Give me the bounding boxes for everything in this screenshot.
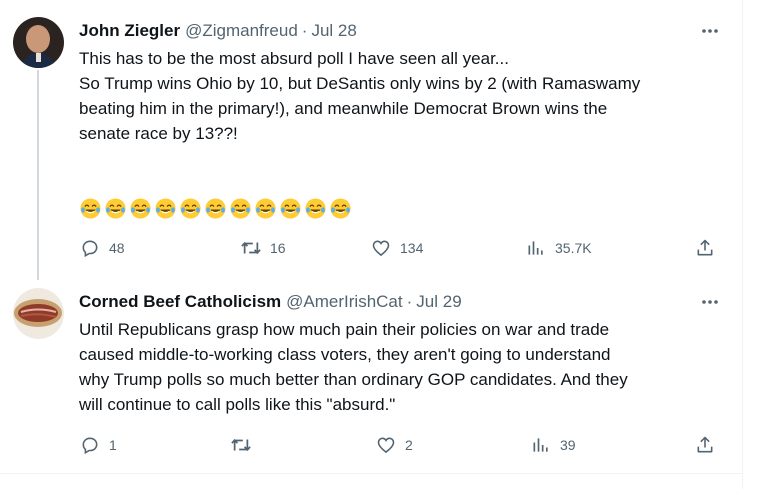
views-button[interactable]: 35.7K	[525, 236, 592, 260]
retweet-count: 16	[270, 240, 286, 256]
text-line: senate race by 13??!	[79, 124, 238, 143]
share-button[interactable]	[694, 236, 716, 260]
tweet-john-ziegler[interactable]: John Ziegler @Zigmanfreud · Jul 28 This …	[0, 0, 742, 275]
tears-of-joy-emoji-icon	[230, 198, 251, 219]
tweet-header: John Ziegler @Zigmanfreud · Jul 28	[79, 21, 357, 41]
separator: ·	[301, 21, 308, 40]
tears-of-joy-emoji-icon	[105, 198, 126, 219]
tweet-text: Until Republicans grasp how much pain th…	[79, 317, 719, 417]
tweet-divider	[0, 473, 742, 474]
like-button[interactable]: 2	[375, 433, 413, 457]
avatar[interactable]	[13, 17, 64, 68]
user-handle[interactable]: @AmerIrishCat	[286, 292, 402, 312]
like-icon	[375, 434, 397, 456]
tweet-actions: 48 16 134 35.7K	[0, 236, 742, 260]
timestamp[interactable]: Jul 28	[311, 21, 356, 41]
reply-count: 1	[109, 437, 117, 453]
timestamp[interactable]: Jul 29	[416, 292, 461, 312]
text-line: So Trump wins Ohio by 10, but DeSantis o…	[79, 74, 641, 93]
text-line: Until Republicans grasp how much pain th…	[79, 320, 610, 339]
share-icon	[694, 434, 716, 456]
views-icon	[530, 434, 552, 456]
user-handle[interactable]: @Zigmanfreud	[185, 21, 298, 41]
avatar[interactable]	[13, 288, 64, 339]
share-button[interactable]	[694, 433, 716, 457]
retweet-button[interactable]	[230, 433, 260, 457]
share-icon	[694, 237, 716, 259]
like-count: 134	[400, 240, 424, 256]
reply-button[interactable]: 48	[79, 236, 125, 260]
views-button[interactable]: 39	[530, 433, 576, 457]
emoji-row	[79, 197, 352, 221]
tweet-header: Corned Beef Catholicism @AmerIrishCat · …	[79, 292, 462, 312]
tears-of-joy-emoji-icon	[130, 198, 151, 219]
views-count: 39	[560, 437, 576, 453]
reply-icon	[79, 434, 101, 456]
tweet-corned-beef-catholicism[interactable]: Corned Beef Catholicism @AmerIrishCat · …	[0, 275, 742, 473]
text-line: This has to be the most absurd poll I ha…	[79, 49, 509, 68]
tears-of-joy-emoji-icon	[255, 198, 276, 219]
tears-of-joy-emoji-icon	[280, 198, 301, 219]
views-icon	[525, 237, 547, 259]
retweet-button[interactable]: 16	[240, 236, 286, 260]
views-count: 35.7K	[555, 240, 592, 256]
reply-button[interactable]: 1	[79, 433, 117, 457]
like-button[interactable]: 134	[370, 236, 423, 260]
tweet-text: This has to be the most absurd poll I ha…	[79, 46, 719, 146]
more-icon[interactable]	[698, 292, 722, 312]
tears-of-joy-emoji-icon	[155, 198, 176, 219]
reply-icon	[79, 237, 101, 259]
tears-of-joy-emoji-icon	[205, 198, 226, 219]
text-line: why Trump polls so much better than ordi…	[79, 370, 628, 389]
tears-of-joy-emoji-icon	[330, 198, 351, 219]
like-count: 2	[405, 437, 413, 453]
retweet-icon	[230, 434, 252, 456]
tweet-actions: 1 2 39	[0, 433, 742, 457]
text-line: beating him in the primary!), and meanwh…	[79, 99, 608, 118]
text-line: caused middle-to-working class voters, t…	[79, 345, 611, 364]
retweet-icon	[240, 237, 262, 259]
tears-of-joy-emoji-icon	[305, 198, 326, 219]
more-icon[interactable]	[698, 21, 722, 41]
like-icon	[370, 237, 392, 259]
timeline-border	[742, 0, 743, 489]
tears-of-joy-emoji-icon	[180, 198, 201, 219]
text-line: will continue to call polls like this "a…	[79, 395, 396, 414]
reply-count: 48	[109, 240, 125, 256]
display-name[interactable]: Corned Beef Catholicism	[79, 292, 281, 312]
tears-of-joy-emoji-icon	[80, 198, 101, 219]
display-name[interactable]: John Ziegler	[79, 21, 180, 41]
separator: ·	[406, 292, 413, 311]
